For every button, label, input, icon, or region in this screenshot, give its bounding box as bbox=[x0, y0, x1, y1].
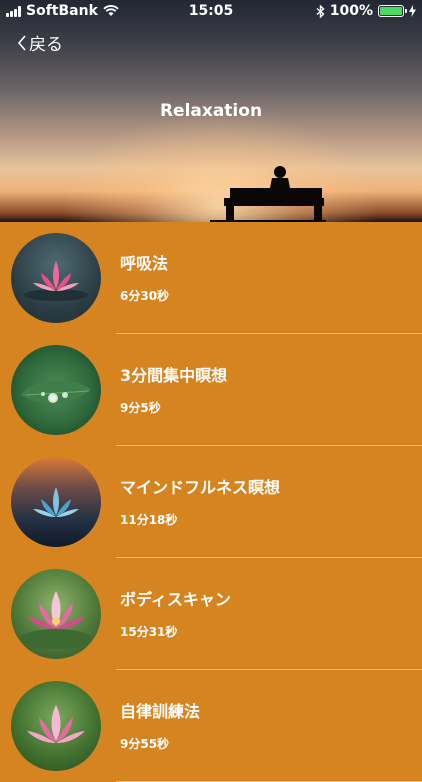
session-title: マインドフルネス瞑想 bbox=[120, 477, 281, 497]
list-item[interactable]: マインドフルネス瞑想 11分18秒 bbox=[0, 446, 422, 558]
session-title: 呼吸法 bbox=[120, 253, 169, 273]
session-duration: 9分55秒 bbox=[120, 736, 170, 751]
session-title: ボディスキャン bbox=[120, 589, 231, 609]
bench-silhouette-icon bbox=[210, 166, 326, 222]
water-drop-leaf-icon bbox=[11, 345, 101, 435]
page-title: Relaxation bbox=[159, 101, 263, 121]
pink-lotus-icon bbox=[11, 233, 101, 323]
session-title: 自律訓練法 bbox=[120, 701, 201, 721]
session-title: 3分間集中瞑想 bbox=[120, 365, 228, 385]
blue-lotus-icon bbox=[11, 457, 101, 547]
back-button[interactable]: 戻る bbox=[17, 30, 63, 55]
chevron-left-icon bbox=[17, 34, 26, 51]
status-bar: SoftBank 15:05 100% bbox=[0, 0, 422, 22]
charging-bolt-icon bbox=[409, 5, 416, 17]
battery-icon bbox=[378, 5, 407, 17]
back-label: 戻る bbox=[29, 35, 63, 55]
bluetooth-icon bbox=[316, 4, 325, 18]
list-item[interactable]: 3分間集中瞑想 9分5秒 bbox=[0, 334, 422, 446]
header-hero-image: SoftBank 15:05 100% 戻る Relaxation bbox=[0, 0, 422, 222]
pink-lotus-icon bbox=[11, 569, 101, 659]
list-item[interactable]: ボディスキャン 15分31秒 bbox=[0, 558, 422, 670]
list-item[interactable]: 呼吸法 6分30秒 bbox=[0, 222, 422, 334]
battery-percent: 100% bbox=[329, 3, 373, 19]
list-item[interactable]: 自律訓練法 9分55秒 bbox=[0, 670, 422, 782]
session-duration: 11分18秒 bbox=[120, 512, 178, 527]
session-list: 呼吸法 6分30秒 3分間集中瞑想 9分5秒 マインドフルネス瞑想 11分18秒… bbox=[0, 222, 422, 782]
session-duration: 15分31秒 bbox=[120, 624, 178, 639]
pink-lotus-icon bbox=[11, 681, 101, 771]
session-duration: 6分30秒 bbox=[120, 288, 170, 303]
session-duration: 9分5秒 bbox=[120, 400, 161, 415]
